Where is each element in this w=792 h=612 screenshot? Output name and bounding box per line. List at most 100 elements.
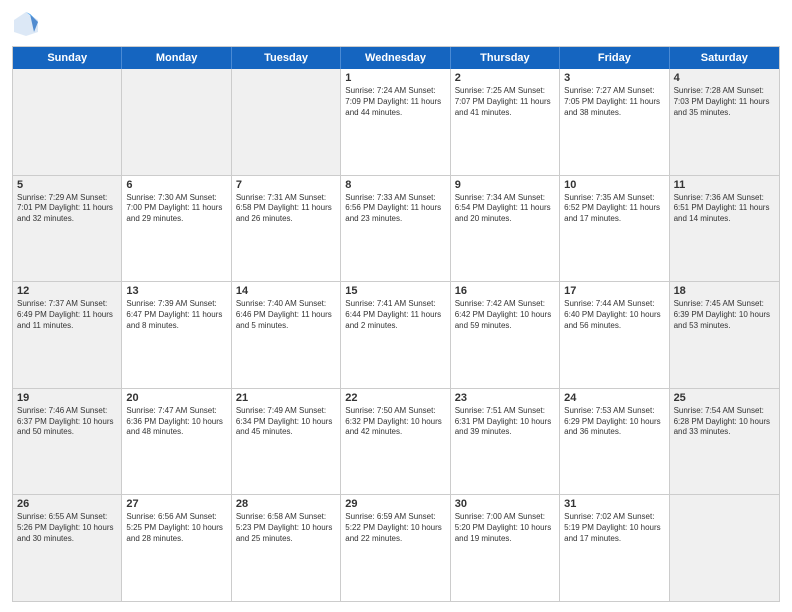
calendar-cell-empty-0-1 [122, 69, 231, 175]
day-info: Sunrise: 7:54 AM Sunset: 6:28 PM Dayligh… [674, 406, 775, 438]
day-info: Sunrise: 7:36 AM Sunset: 6:51 PM Dayligh… [674, 193, 775, 225]
day-number: 11 [674, 179, 775, 191]
day-info: Sunrise: 7:33 AM Sunset: 6:56 PM Dayligh… [345, 193, 445, 225]
day-number: 9 [455, 179, 555, 191]
day-number: 1 [345, 72, 445, 84]
day-info: Sunrise: 7:02 AM Sunset: 5:19 PM Dayligh… [564, 512, 664, 544]
calendar-cell-14: 14Sunrise: 7:40 AM Sunset: 6:46 PM Dayli… [232, 282, 341, 388]
calendar-cell-12: 12 Sunrise: 7:37 AM Sunset: 6:49 PM Dayli… [13, 282, 122, 388]
day-number: 19 [17, 392, 117, 404]
day-info: Sunrise: 7:25 AM Sunset: 7:07 PM Dayligh… [455, 86, 555, 118]
calendar-cell-20: 20Sunrise: 7:47 AM Sunset: 6:36 PM Dayli… [122, 389, 231, 495]
calendar-row-5: 26Sunrise: 6:55 AM Sunset: 5:26 PM Dayli… [13, 495, 779, 601]
day-number: 13 [126, 285, 226, 297]
day-number: 4 [674, 72, 775, 84]
page: SundayMondayTuesdayWednesdayThursdayFrid… [0, 0, 792, 612]
calendar-cell-31: 31 Sunrise: 7:02 AM Sunset: 5:19 PM Dayli… [560, 495, 669, 601]
day-number: 25 [674, 392, 775, 404]
calendar-cell-empty-4-6 [670, 495, 779, 601]
day-info: Sunrise: 6:55 AM Sunset: 5:26 PM Dayligh… [17, 512, 117, 544]
day-number: 5 [17, 179, 117, 191]
logo [12, 10, 44, 38]
day-info: Sunrise: 7:49 AM Sunset: 6:34 PM Dayligh… [236, 406, 336, 438]
day-info: Sunrise: 7:44 AM Sunset: 6:40 PM Dayligh… [564, 299, 664, 331]
calendar-row-3: 12 Sunrise: 7:37 AM Sunset: 6:49 PM Dayli… [13, 282, 779, 389]
day-info: Sunrise: 7:00 AM Sunset: 5:20 PM Dayligh… [455, 512, 555, 544]
day-info: Sunrise: 6:56 AM Sunset: 5:25 PM Dayligh… [126, 512, 226, 544]
day-number: 24 [564, 392, 664, 404]
calendar-cell-27: 27 Sunrise: 6:56 AM Sunset: 5:25 PM Dayli… [122, 495, 231, 601]
calendar-cell-22: 22Sunrise: 7:50 AM Sunset: 6:32 PM Dayli… [341, 389, 450, 495]
calendar-body: 1 Sunrise: 7:24 AM Sunset: 7:09 PM Daylig… [13, 69, 779, 601]
calendar-row-4: 19 Sunrise: 7:46 AM Sunset: 6:37 PM Dayli… [13, 389, 779, 496]
day-number: 17 [564, 285, 664, 297]
header-day-saturday: Saturday [670, 47, 779, 69]
header [12, 10, 780, 38]
calendar-header: SundayMondayTuesdayWednesdayThursdayFrid… [13, 47, 779, 69]
day-info: Sunrise: 7:35 AM Sunset: 6:52 PM Dayligh… [564, 193, 664, 225]
header-day-friday: Friday [560, 47, 669, 69]
day-info: Sunrise: 7:46 AM Sunset: 6:37 PM Dayligh… [17, 406, 117, 438]
day-number: 23 [455, 392, 555, 404]
calendar-cell-5: 5 Sunrise: 7:29 AM Sunset: 7:01 PM Daylig… [13, 176, 122, 282]
day-info: Sunrise: 7:31 AM Sunset: 6:58 PM Dayligh… [236, 193, 336, 225]
calendar-cell-11: 11 Sunrise: 7:36 AM Sunset: 6:51 PM Dayli… [670, 176, 779, 282]
calendar-cell-30: 30 Sunrise: 7:00 AM Sunset: 5:20 PM Dayli… [451, 495, 560, 601]
day-info: Sunrise: 7:24 AM Sunset: 7:09 PM Dayligh… [345, 86, 445, 118]
header-day-tuesday: Tuesday [232, 47, 341, 69]
day-number: 6 [126, 179, 226, 191]
day-number: 15 [345, 285, 445, 297]
day-number: 27 [126, 498, 226, 510]
calendar-row-1: 1 Sunrise: 7:24 AM Sunset: 7:09 PM Daylig… [13, 69, 779, 176]
calendar-cell-empty-0-0 [13, 69, 122, 175]
calendar-cell-2: 2 Sunrise: 7:25 AM Sunset: 7:07 PM Daylig… [451, 69, 560, 175]
day-info: Sunrise: 7:28 AM Sunset: 7:03 PM Dayligh… [674, 86, 775, 118]
calendar-cell-4: 4 Sunrise: 7:28 AM Sunset: 7:03 PM Daylig… [670, 69, 779, 175]
day-number: 14 [236, 285, 336, 297]
calendar-cell-7: 7 Sunrise: 7:31 AM Sunset: 6:58 PM Daylig… [232, 176, 341, 282]
day-number: 30 [455, 498, 555, 510]
calendar-cell-28: 28 Sunrise: 6:58 AM Sunset: 5:23 PM Dayli… [232, 495, 341, 601]
day-info: Sunrise: 7:30 AM Sunset: 7:00 PM Dayligh… [126, 193, 226, 225]
day-number: 28 [236, 498, 336, 510]
day-number: 8 [345, 179, 445, 191]
calendar-cell-9: 9 Sunrise: 7:34 AM Sunset: 6:54 PM Daylig… [451, 176, 560, 282]
day-info: Sunrise: 7:50 AM Sunset: 6:32 PM Dayligh… [345, 406, 445, 438]
day-info: Sunrise: 7:53 AM Sunset: 6:29 PM Dayligh… [564, 406, 664, 438]
day-number: 18 [674, 285, 775, 297]
day-number: 31 [564, 498, 664, 510]
day-number: 10 [564, 179, 664, 191]
day-number: 2 [455, 72, 555, 84]
calendar-cell-13: 13 Sunrise: 7:39 AM Sunset: 6:47 PM Dayli… [122, 282, 231, 388]
calendar-cell-17: 17 Sunrise: 7:44 AM Sunset: 6:40 PM Dayli… [560, 282, 669, 388]
calendar-cell-empty-0-2 [232, 69, 341, 175]
day-info: Sunrise: 7:47 AM Sunset: 6:36 PM Dayligh… [126, 406, 226, 438]
calendar-cell-16: 16 Sunrise: 7:42 AM Sunset: 6:42 PM Dayli… [451, 282, 560, 388]
calendar-cell-18: 18Sunrise: 7:45 AM Sunset: 6:39 PM Dayli… [670, 282, 779, 388]
day-info: Sunrise: 7:42 AM Sunset: 6:42 PM Dayligh… [455, 299, 555, 331]
logo-icon [12, 10, 40, 38]
calendar-cell-6: 6 Sunrise: 7:30 AM Sunset: 7:00 PM Daylig… [122, 176, 231, 282]
day-info: Sunrise: 7:27 AM Sunset: 7:05 PM Dayligh… [564, 86, 664, 118]
calendar-cell-26: 26Sunrise: 6:55 AM Sunset: 5:26 PM Dayli… [13, 495, 122, 601]
day-number: 12 [17, 285, 117, 297]
calendar-cell-3: 3 Sunrise: 7:27 AM Sunset: 7:05 PM Daylig… [560, 69, 669, 175]
day-number: 3 [564, 72, 664, 84]
day-number: 7 [236, 179, 336, 191]
calendar-cell-29: 29 Sunrise: 6:59 AM Sunset: 5:22 PM Dayli… [341, 495, 450, 601]
header-day-thursday: Thursday [451, 47, 560, 69]
day-info: Sunrise: 6:59 AM Sunset: 5:22 PM Dayligh… [345, 512, 445, 544]
day-number: 21 [236, 392, 336, 404]
calendar-cell-19: 19 Sunrise: 7:46 AM Sunset: 6:37 PM Dayli… [13, 389, 122, 495]
day-number: 29 [345, 498, 445, 510]
day-number: 16 [455, 285, 555, 297]
day-info: Sunrise: 7:39 AM Sunset: 6:47 PM Dayligh… [126, 299, 226, 331]
day-info: Sunrise: 7:41 AM Sunset: 6:44 PM Dayligh… [345, 299, 445, 331]
day-info: Sunrise: 7:37 AM Sunset: 6:49 PM Dayligh… [17, 299, 117, 331]
day-info: Sunrise: 6:58 AM Sunset: 5:23 PM Dayligh… [236, 512, 336, 544]
header-day-wednesday: Wednesday [341, 47, 450, 69]
calendar-cell-1: 1 Sunrise: 7:24 AM Sunset: 7:09 PM Daylig… [341, 69, 450, 175]
day-info: Sunrise: 7:34 AM Sunset: 6:54 PM Dayligh… [455, 193, 555, 225]
day-info: Sunrise: 7:29 AM Sunset: 7:01 PM Dayligh… [17, 193, 117, 225]
calendar-cell-15: 15 Sunrise: 7:41 AM Sunset: 6:44 PM Dayli… [341, 282, 450, 388]
